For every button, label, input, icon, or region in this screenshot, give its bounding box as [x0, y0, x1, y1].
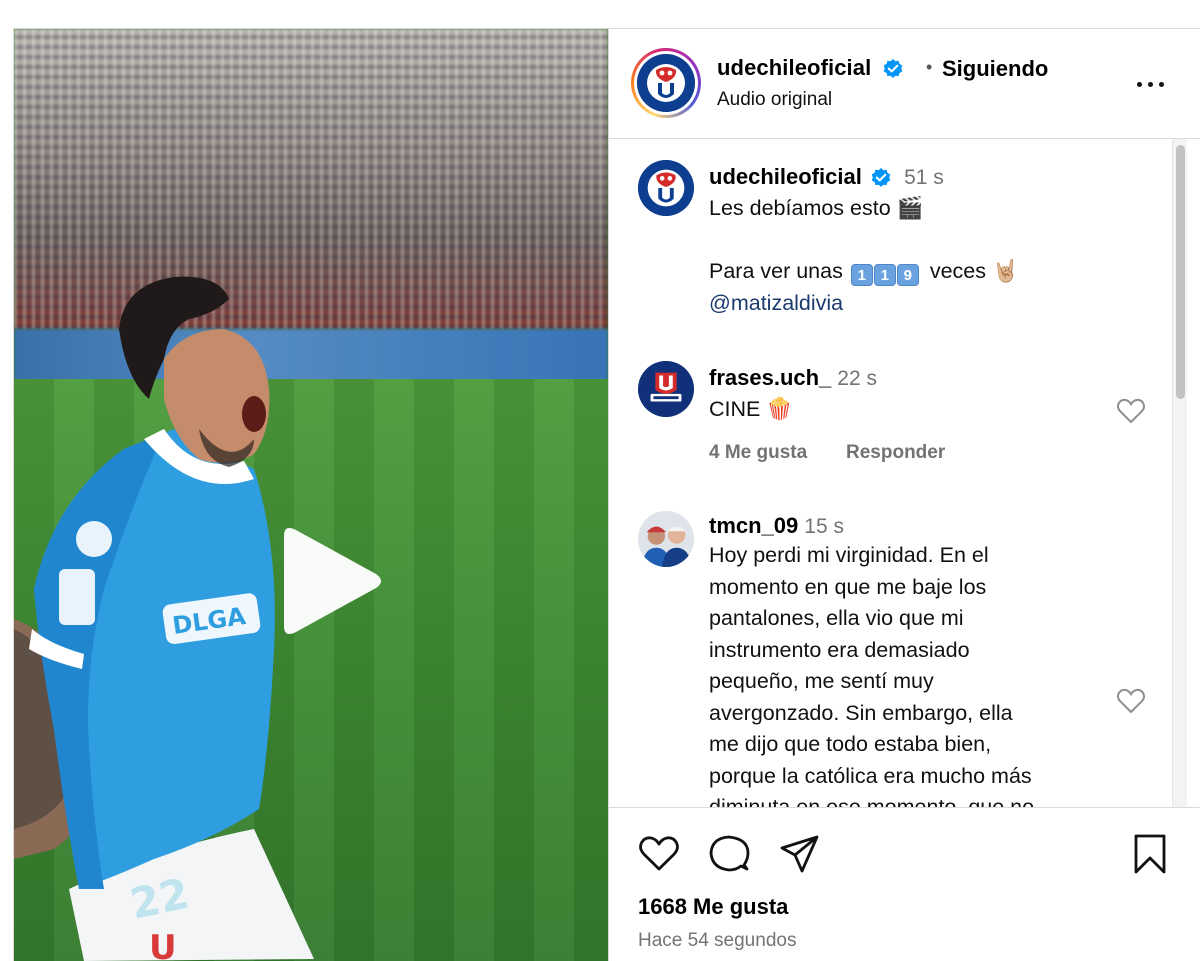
comment-username[interactable]: tmcn_09 — [709, 513, 798, 538]
reply-button[interactable]: Responder — [846, 442, 945, 464]
post-username[interactable]: udechileoficial — [717, 55, 904, 81]
verified-badge-icon — [871, 168, 891, 188]
following-button[interactable]: Siguiendo — [942, 56, 1048, 82]
avatar[interactable] — [637, 54, 695, 112]
caption-line-1: Les debíamos esto 🎬 — [709, 193, 923, 225]
audio-link[interactable]: Audio original — [717, 89, 832, 111]
post-actions: 1668 Me gusta Hace 54 segundos — [609, 807, 1200, 961]
comment-text: Hoy perdi mi virginidad. En el momento e… — [709, 540, 1034, 807]
story-ring[interactable] — [631, 48, 701, 118]
celebrating-player: 22 U DLGA — [14, 276, 314, 961]
frases-uch-logo-icon — [638, 361, 694, 417]
comment-line: momento en que me baje los — [709, 574, 987, 599]
play-button[interactable] — [276, 524, 386, 638]
caption-time[interactable]: 51 s — [904, 166, 944, 189]
scrollbar[interactable] — [1172, 139, 1187, 807]
keycap-number: 119 — [850, 259, 926, 286]
scrollbar-thumb[interactable] — [1176, 145, 1185, 399]
caption-username[interactable]: udechileoficial — [709, 164, 862, 189]
verified-badge-icon — [883, 59, 902, 79]
heart-icon[interactable] — [637, 832, 681, 876]
play-icon — [284, 528, 381, 634]
comment-line: pequeño, me sentí muy — [709, 669, 934, 693]
heart-icon[interactable] — [1116, 397, 1146, 425]
popcorn-emoji: 🍿 — [766, 397, 794, 421]
caption-header: udechileoficial 51 s — [709, 164, 944, 190]
caption-text: veces — [929, 259, 986, 283]
avatar[interactable] — [638, 160, 694, 216]
comment-line: me dijo que todo estaba bien, — [709, 732, 992, 756]
clapper-emoji: 🎬 — [896, 196, 924, 220]
post-header: udechileoficial • Siguiendo Audio origin… — [609, 29, 1200, 139]
club-logo-icon — [637, 54, 695, 112]
svg-text:U: U — [149, 928, 177, 961]
comment-header: frases.uch_ 22 s — [709, 365, 877, 391]
reel-video[interactable]: 22 U DLGA — [14, 29, 608, 961]
comment-header: tmcn_09 15 s — [709, 513, 844, 539]
rock-hand-emoji: 🤘🏼 — [991, 259, 1019, 283]
comment-line: instrumento era demasiado — [709, 637, 970, 662]
keycap-digit: 1 — [850, 264, 873, 286]
comment-icon[interactable] — [707, 832, 751, 876]
likes-count[interactable]: 1668 Me gusta — [638, 894, 788, 920]
share-icon[interactable] — [777, 832, 821, 876]
more-options-button[interactable] — [1131, 73, 1171, 97]
keycap-digit: 9 — [896, 264, 919, 286]
comment-likes[interactable]: 4 Me gusta — [709, 442, 807, 464]
caption-text: Les debíamos esto — [709, 196, 891, 220]
keycap-digit: 1 — [873, 264, 896, 286]
heart-icon[interactable] — [1116, 687, 1146, 715]
username-text[interactable]: udechileoficial — [717, 55, 871, 80]
user-photo-icon — [638, 511, 694, 567]
bookmark-icon[interactable] — [1128, 832, 1172, 876]
caption-line-2: Para ver unas 119 veces 🤘🏼 — [709, 256, 1019, 288]
separator-dot: • — [926, 57, 933, 77]
caption-text: Para ver unas — [709, 259, 843, 283]
post-side-panel: udechileoficial • Siguiendo Audio origin… — [608, 29, 1200, 961]
comment-time[interactable]: 15 s — [804, 515, 844, 538]
comments-list[interactable]: udechileoficial 51 s Les debíamos esto 🎬… — [609, 139, 1200, 807]
mention-link[interactable]: @matizaldivia — [709, 288, 843, 320]
comment-line: pantalones, ella vio que mi — [709, 606, 964, 630]
comment-body: CINE — [709, 397, 761, 421]
post-timestamp[interactable]: Hace 54 segundos — [638, 930, 796, 952]
avatar[interactable] — [638, 511, 694, 567]
comment-line: diminuta en ese momento, que no — [709, 795, 1035, 807]
comment-time[interactable]: 22 s — [837, 367, 877, 390]
comment-line: porque la católica era mucho más — [709, 763, 1032, 788]
club-logo-icon — [638, 160, 694, 216]
comment-text: CINE 🍿 — [709, 394, 793, 426]
comment-username[interactable]: frases.uch_ — [709, 365, 831, 390]
comment-line: Hoy perdi mi virginidad. En el — [709, 543, 989, 567]
comment-line: avergonzado. Sin embargo, ella — [709, 700, 1013, 725]
avatar[interactable] — [638, 361, 694, 417]
